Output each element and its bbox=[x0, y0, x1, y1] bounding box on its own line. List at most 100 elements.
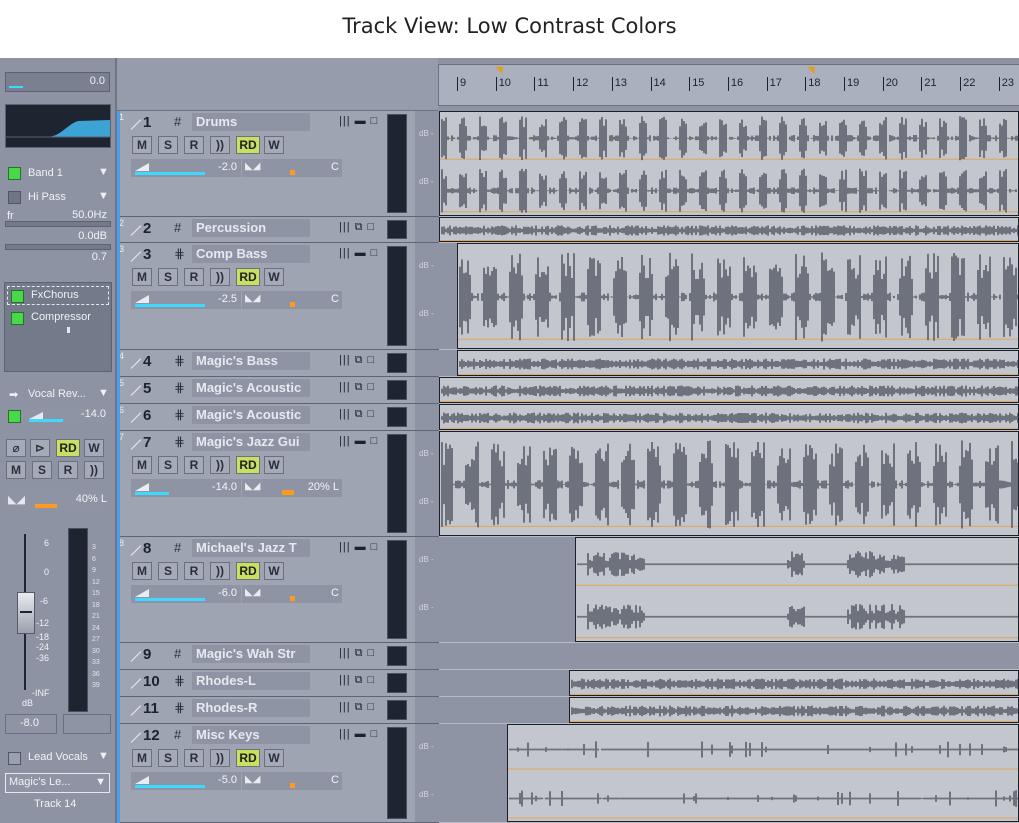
pan-slider[interactable]: ◣◢20% L bbox=[242, 479, 342, 497]
freq-value[interactable]: 50.0Hz bbox=[72, 209, 107, 221]
track-header-icons[interactable]: ||| ⧉ □ bbox=[339, 381, 375, 394]
volume-slider[interactable]: -2.0 bbox=[131, 159, 241, 177]
volume-slider[interactable]: -14.0 bbox=[131, 479, 241, 497]
track-name-field[interactable]: Magic's Bass bbox=[192, 352, 310, 370]
chevron-down-icon[interactable]: ▼ bbox=[98, 750, 109, 762]
track-number[interactable]: 10 bbox=[143, 673, 160, 690]
marker-flag-icon[interactable]: ◥ bbox=[495, 65, 503, 76]
write-automation-button[interactable]: W bbox=[264, 456, 284, 474]
track-name-field[interactable]: Comp Bass bbox=[192, 245, 310, 263]
record-arm-button[interactable]: R bbox=[184, 749, 204, 767]
track-name-field[interactable]: Percussion bbox=[192, 219, 310, 237]
input-echo-button[interactable]: )) bbox=[210, 456, 230, 474]
fader-handle[interactable] bbox=[17, 592, 35, 634]
record-arm-button[interactable]: R bbox=[184, 136, 204, 154]
track-header-icons[interactable]: ||| ⧉ □ bbox=[339, 221, 375, 234]
track-header[interactable]: 22#Percussion||| ⧉ □ bbox=[117, 217, 439, 243]
send-level-slider[interactable]: -14.0 bbox=[26, 407, 108, 423]
track-number[interactable]: 2 bbox=[143, 220, 151, 237]
track-header-icons[interactable]: ||| ⧉ □ bbox=[339, 701, 375, 714]
input-echo-button[interactable]: )) bbox=[210, 268, 230, 286]
track-header[interactable]: 44⋕Magic's Bass||| ⧉ □ bbox=[117, 350, 439, 377]
write-automation-button[interactable]: W bbox=[264, 136, 284, 154]
fx-item[interactable]: Compressor bbox=[31, 311, 91, 323]
track-number[interactable]: 6 bbox=[143, 407, 151, 424]
write-automation-button[interactable]: W bbox=[264, 268, 284, 286]
fx-knob[interactable] bbox=[67, 327, 70, 333]
input-echo-button[interactable]: )) bbox=[84, 461, 104, 479]
read-automation-button[interactable]: RD bbox=[56, 439, 80, 457]
track-header-icons[interactable]: ||| ⧉ □ bbox=[339, 408, 375, 421]
record-arm-button[interactable]: R bbox=[184, 562, 204, 580]
volume-slider[interactable]: -5.0 bbox=[131, 772, 241, 790]
track-header-icons[interactable]: ||| ▬ □ bbox=[339, 541, 378, 553]
read-automation-button[interactable]: RD bbox=[236, 456, 260, 474]
input-echo-button[interactable]: )) bbox=[210, 749, 230, 767]
send-name-select[interactable]: Vocal Rev... bbox=[28, 388, 86, 400]
track-header-icons[interactable]: ||| ▬ □ bbox=[339, 115, 378, 127]
track-name-field[interactable]: Drums bbox=[192, 113, 310, 131]
pan-slider[interactable]: ◣◢C bbox=[242, 772, 342, 790]
track-name-field[interactable]: Rhodes-R bbox=[192, 699, 310, 717]
track-number[interactable]: 4 bbox=[143, 353, 151, 370]
send-enable-checkbox[interactable] bbox=[8, 410, 21, 423]
track-header-icons[interactable]: ||| ⧉ □ bbox=[339, 354, 375, 367]
solo-button[interactable]: S bbox=[158, 136, 178, 154]
read-automation-button[interactable]: RD bbox=[236, 562, 260, 580]
input-echo-button[interactable]: )) bbox=[210, 562, 230, 580]
input-echo-button[interactable]: )) bbox=[210, 136, 230, 154]
track-header-icons[interactable]: ||| ⧉ □ bbox=[339, 647, 375, 660]
track-header[interactable]: 9#Magic's Wah Str||| ⧉ □ bbox=[117, 643, 439, 670]
record-arm-button[interactable]: R bbox=[58, 461, 78, 479]
track-header[interactable]: 33⋕Comp Bass||| ▬ □dB -dB -MSR))RDW-2.5◣… bbox=[117, 243, 439, 350]
track-header[interactable]: 88#Michael's Jazz T||| ▬ □dB -dB -MSR))R… bbox=[117, 537, 439, 643]
pan-slider[interactable]: ◣◢C bbox=[242, 291, 342, 309]
track-number[interactable]: 12 bbox=[143, 727, 160, 744]
chevron-down-icon[interactable]: ▼ bbox=[98, 387, 109, 399]
write-automation-button[interactable]: W bbox=[264, 749, 284, 767]
output-select[interactable]: Lead Vocals bbox=[28, 751, 88, 763]
solo-button[interactable]: S bbox=[158, 562, 178, 580]
track-name-field[interactable]: Michael's Jazz T bbox=[192, 539, 310, 557]
fx-enable-checkbox[interactable] bbox=[11, 312, 24, 325]
fx-enable-checkbox[interactable] bbox=[11, 290, 24, 303]
track-header[interactable]: 11#Drums||| ▬ □dB -dB -MSR))RDW-2.0◣◢C bbox=[117, 111, 439, 217]
track-header-icons[interactable]: ||| ▬ □ bbox=[339, 728, 378, 740]
read-automation-button[interactable]: RD bbox=[236, 749, 260, 767]
fx-bin[interactable]: FxChorus Compressor bbox=[4, 282, 112, 372]
fx-item[interactable]: FxChorus bbox=[31, 289, 79, 301]
pan-slider[interactable]: ◣◢ 40% L bbox=[5, 490, 109, 510]
track-header-icons[interactable]: ||| ▬ □ bbox=[339, 247, 378, 259]
write-automation-button[interactable]: W bbox=[84, 439, 104, 457]
chevron-down-icon[interactable]: ▼ bbox=[98, 190, 109, 202]
input-select[interactable]: Magic's Le... ▼ bbox=[5, 773, 110, 793]
track-name-field[interactable]: Misc Keys bbox=[192, 726, 310, 744]
track-header[interactable]: 12#Misc Keys||| ▬ □dB -dB -MSR))RDW-5.0◣… bbox=[117, 724, 439, 823]
track-number[interactable]: 1 bbox=[143, 114, 151, 131]
gain-slider[interactable] bbox=[5, 244, 111, 250]
solo-button[interactable]: S bbox=[32, 461, 52, 479]
mute-button[interactable]: M bbox=[132, 136, 152, 154]
write-automation-button[interactable]: W bbox=[264, 562, 284, 580]
mute-button[interactable]: M bbox=[6, 461, 26, 479]
track-header[interactable]: 66⋕Magic's Acoustic||| ⧉ □ bbox=[117, 404, 439, 431]
track-number[interactable]: 7 bbox=[143, 434, 151, 451]
mute-button[interactable]: M bbox=[132, 268, 152, 286]
track-header[interactable]: 10⋕Rhodes-L||| ⧉ □ bbox=[117, 670, 439, 697]
q-value[interactable]: 0.7 bbox=[92, 251, 107, 263]
track-header[interactable]: 55⋕Magic's Acoustic||| ⧉ □ bbox=[117, 377, 439, 404]
track-header[interactable]: 77⋕Magic's Jazz Gui||| ▬ □dB -dB -MSR))R… bbox=[117, 431, 439, 537]
pan-slider[interactable]: ◣◢C bbox=[242, 159, 342, 177]
volume-slider[interactable]: -2.5 bbox=[131, 291, 241, 309]
track-name-field[interactable]: Magic's Jazz Gui bbox=[192, 433, 310, 451]
track-name-field[interactable]: Magic's Acoustic bbox=[192, 379, 310, 397]
solo-button[interactable]: S bbox=[158, 456, 178, 474]
track-name-field[interactable]: Rhodes-L bbox=[192, 672, 310, 690]
gain-value[interactable]: 0.0dB bbox=[78, 230, 107, 242]
read-automation-button[interactable]: RD bbox=[236, 136, 260, 154]
pan-slider[interactable]: ◣◢C bbox=[242, 585, 342, 603]
track-name-field[interactable]: Magic's Wah Str bbox=[192, 645, 310, 663]
track-header-icons[interactable]: ||| ▬ □ bbox=[339, 435, 378, 447]
filter-type-select[interactable]: Hi Pass bbox=[28, 191, 66, 203]
output-enable-checkbox[interactable] bbox=[8, 752, 21, 765]
